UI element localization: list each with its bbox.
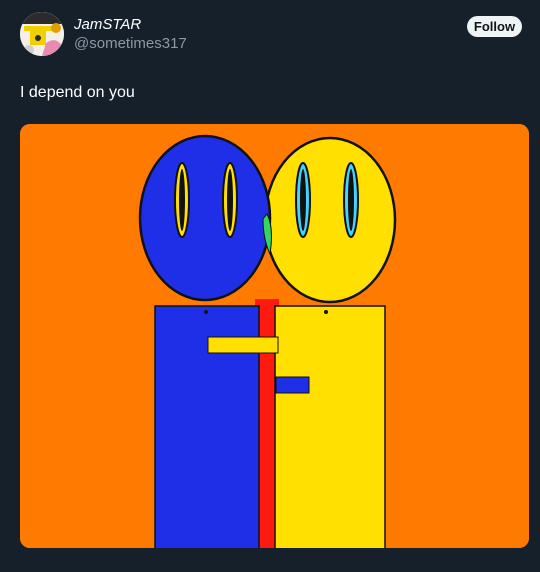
yellow-arm <box>207 336 279 354</box>
blue-arm <box>275 376 310 394</box>
yellow-body <box>274 305 386 548</box>
yellow-head <box>263 136 397 304</box>
follow-button[interactable]: Follow <box>467 16 522 37</box>
tweet-media[interactable] <box>20 124 529 548</box>
tweet-text: I depend on you <box>20 84 135 101</box>
tweet-media-image <box>20 124 529 548</box>
user-handle[interactable]: @sometimes317 <box>74 35 187 53</box>
display-name[interactable]: JamSTAR <box>74 16 141 34</box>
avatar[interactable] <box>20 12 64 56</box>
avatar-image <box>20 12 64 56</box>
blue-head <box>138 134 272 302</box>
